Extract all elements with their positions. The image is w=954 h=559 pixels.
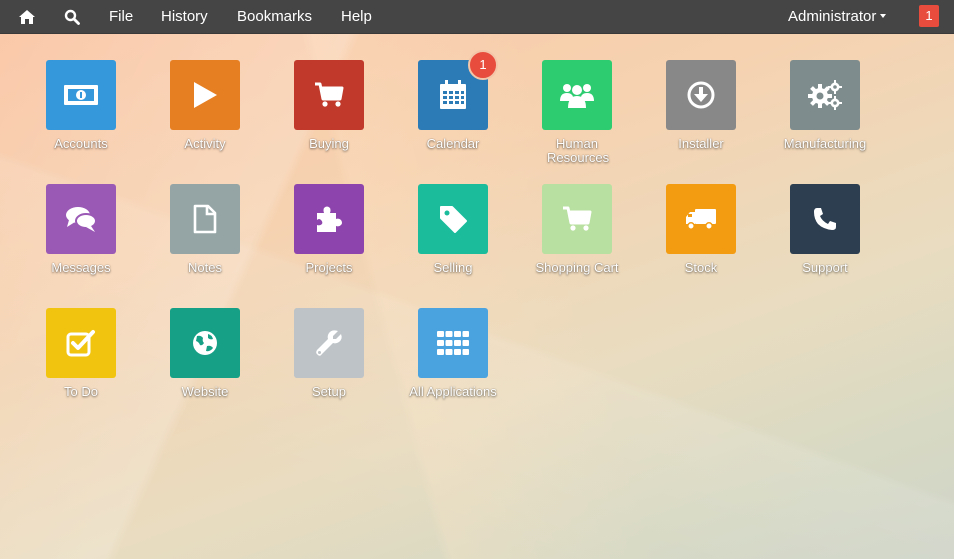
app-label: Selling xyxy=(433,260,473,275)
search-icon xyxy=(64,9,80,25)
app-label: Installer xyxy=(678,136,724,151)
calendar-icon xyxy=(440,80,466,109)
app-label: Support xyxy=(802,260,848,275)
home-icon xyxy=(19,10,35,24)
calendar-badge: 1 xyxy=(468,50,498,80)
menu-help[interactable]: Help xyxy=(341,0,372,34)
app-activity[interactable]: Activity xyxy=(150,60,260,151)
app-label: Calendar xyxy=(426,136,480,151)
app-tile xyxy=(170,60,240,130)
phone-icon xyxy=(814,208,836,230)
app-label: Setup xyxy=(312,384,346,399)
app-installer[interactable]: Installer xyxy=(646,60,756,151)
app-tile xyxy=(666,60,736,130)
app-label: Accounts xyxy=(54,136,108,151)
download-icon xyxy=(687,81,715,109)
app-messages[interactable]: Messages xyxy=(26,184,136,275)
money-icon xyxy=(64,85,98,105)
user-menu[interactable]: Administrator xyxy=(788,0,887,34)
globe-icon xyxy=(193,331,217,355)
app-manufacturing[interactable]: Manufacturing xyxy=(770,60,880,151)
app-label: Buying xyxy=(309,136,349,151)
app-label: Notes xyxy=(188,260,222,275)
menu-bookmarks[interactable]: Bookmarks xyxy=(237,0,312,34)
app-website[interactable]: Website xyxy=(150,308,260,399)
app-tile: 1 xyxy=(418,50,498,130)
group-icon xyxy=(560,84,594,108)
app-label: Manufacturing xyxy=(783,136,867,151)
notification-badge[interactable]: 1 xyxy=(919,5,939,27)
app-tile xyxy=(790,184,860,254)
menu-history[interactable]: History xyxy=(161,0,208,34)
home-button[interactable] xyxy=(18,0,38,34)
app-tile xyxy=(46,308,116,378)
app-label: Activity xyxy=(184,136,226,151)
play-icon xyxy=(194,82,217,108)
app-label: Stock xyxy=(684,260,718,275)
app-projects[interactable]: Projects xyxy=(274,184,384,275)
comments-icon xyxy=(66,207,97,232)
app-tile xyxy=(170,308,240,378)
app-all-applications[interactable]: All Applications xyxy=(398,308,508,399)
check-icon xyxy=(66,330,95,357)
app-tile xyxy=(666,184,736,254)
app-shopping-cart[interactable]: Shopping Cart xyxy=(522,184,632,275)
navbar: File History Bookmarks Help Administrato… xyxy=(0,0,954,34)
app-tile xyxy=(294,60,364,130)
app-to-do[interactable]: To Do xyxy=(26,308,136,399)
app-calendar[interactable]: 1 Calendar xyxy=(398,50,508,151)
menu-file[interactable]: File xyxy=(109,0,133,34)
caret-down-icon xyxy=(880,14,887,18)
wrench-icon xyxy=(316,330,342,356)
search-button[interactable] xyxy=(64,0,82,34)
app-tile xyxy=(790,60,860,130)
app-selling[interactable]: Selling xyxy=(398,184,508,275)
app-tile xyxy=(418,184,488,254)
app-label: To Do xyxy=(64,384,98,399)
puzzle-icon xyxy=(317,206,342,232)
grid-icon xyxy=(437,331,469,355)
app-notes[interactable]: Notes xyxy=(150,184,260,275)
app-tile xyxy=(418,308,488,378)
truck-icon xyxy=(686,209,716,230)
app-stock[interactable]: Stock xyxy=(646,184,756,275)
app-label: All Applications xyxy=(409,384,497,399)
app-buying[interactable]: Buying xyxy=(274,60,384,151)
app-label: Human Resources xyxy=(547,136,610,165)
app-label: Shopping Cart xyxy=(535,260,619,275)
app-setup[interactable]: Setup xyxy=(274,308,384,399)
tag-icon xyxy=(440,206,467,233)
app-human-resources[interactable]: Human Resources xyxy=(522,60,632,165)
app-tile xyxy=(46,60,116,130)
gears-icon xyxy=(808,80,842,110)
app-tile xyxy=(294,308,364,378)
app-label: Website xyxy=(181,384,229,399)
app-tile xyxy=(294,184,364,254)
app-tile xyxy=(170,184,240,254)
file-icon xyxy=(193,204,217,234)
app-tile xyxy=(542,184,612,254)
app-tile xyxy=(46,184,116,254)
cart-icon xyxy=(315,82,344,107)
app-label: Projects xyxy=(305,260,353,275)
app-support[interactable]: Support xyxy=(770,184,880,275)
cart-icon xyxy=(563,206,592,231)
app-label: Messages xyxy=(51,260,111,275)
user-name: Administrator xyxy=(788,8,877,25)
app-tile xyxy=(542,60,612,130)
app-accounts[interactable]: Accounts xyxy=(26,60,136,151)
